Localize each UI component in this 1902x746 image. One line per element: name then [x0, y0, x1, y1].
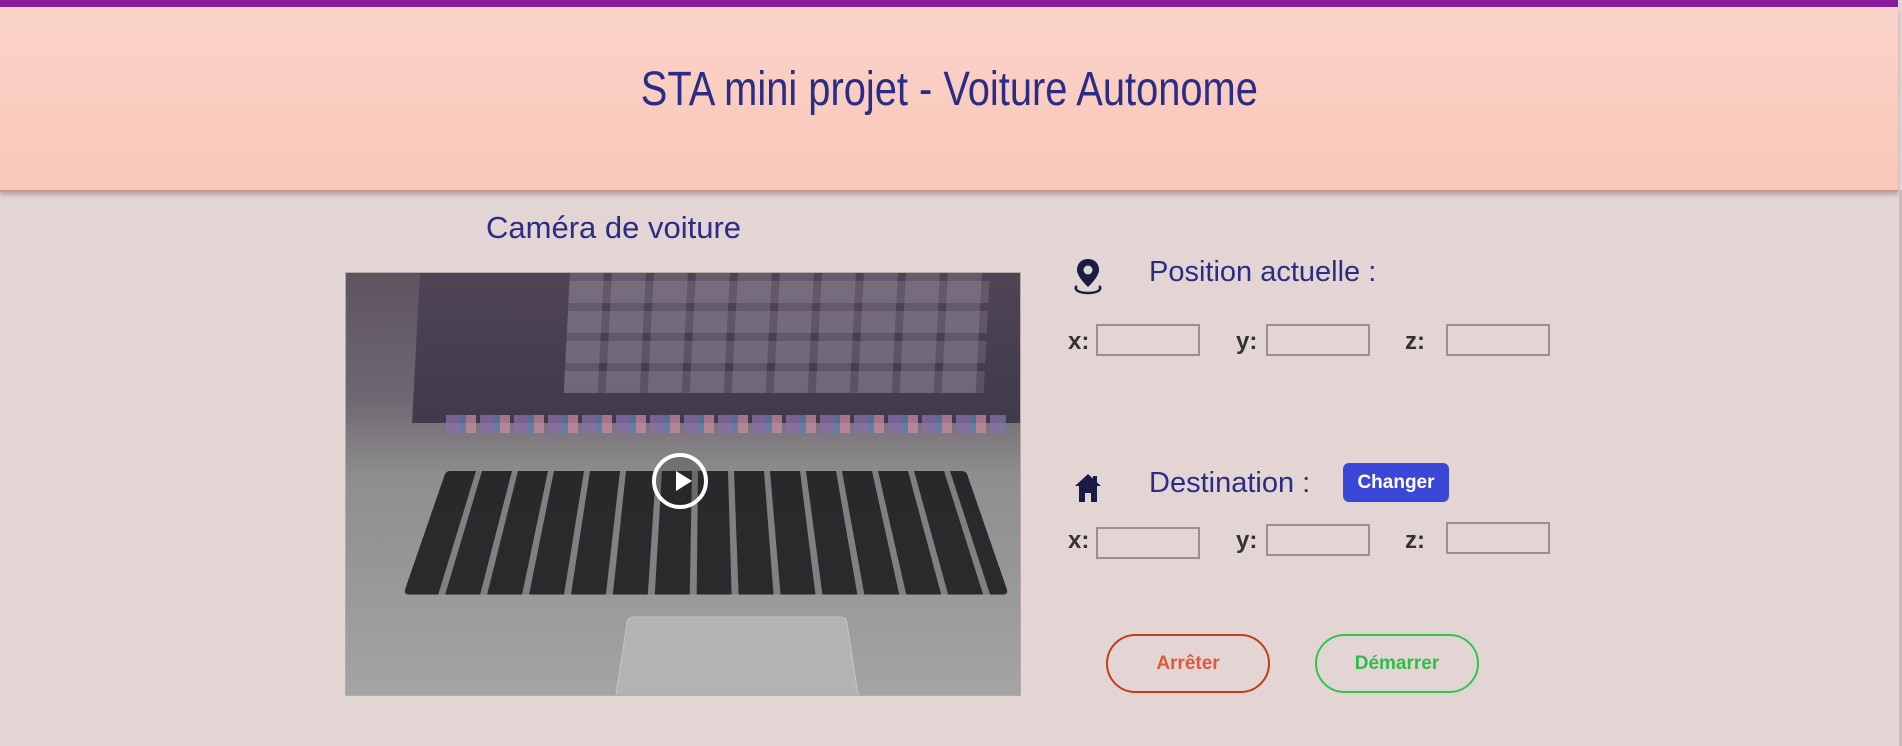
video-frame-screen — [412, 273, 1020, 423]
destination-x-input[interactable] — [1096, 527, 1200, 559]
destination-z-input[interactable] — [1446, 522, 1550, 554]
home-icon — [1075, 474, 1101, 502]
stop-button[interactable]: Arrêter — [1106, 634, 1270, 693]
destination-y-label: y: — [1236, 527, 1258, 554]
video-frame-reflection — [563, 273, 990, 393]
video-frame-dock — [446, 415, 1006, 433]
start-button[interactable]: Démarrer — [1315, 634, 1479, 693]
play-button[interactable] — [652, 453, 708, 509]
position-y-label: y: — [1236, 328, 1258, 355]
map-pin-icon — [1074, 259, 1102, 295]
destination-x-label: x: — [1068, 527, 1090, 554]
page-title: STA mini projet - Voiture Autonome — [640, 63, 1258, 116]
destination-z-label: z: — [1405, 527, 1425, 554]
position-label: Position actuelle : — [1149, 256, 1377, 288]
position-z-input[interactable] — [1446, 324, 1550, 356]
camera-title: Caméra de voiture — [486, 210, 742, 245]
destination-y-input[interactable] — [1266, 524, 1370, 556]
camera-video-player[interactable] — [345, 272, 1021, 696]
position-x-label: x: — [1068, 328, 1090, 355]
change-destination-button[interactable]: Changer — [1343, 463, 1449, 502]
position-z-label: z: — [1405, 328, 1425, 355]
position-x-input[interactable] — [1096, 324, 1200, 356]
play-icon — [676, 471, 692, 491]
position-y-input[interactable] — [1266, 324, 1370, 356]
page-header: STA mini projet - Voiture Autonome — [0, 7, 1898, 192]
header-top-border — [0, 0, 1898, 7]
video-frame-trackpad — [613, 616, 861, 695]
destination-label: Destination : — [1149, 467, 1311, 499]
